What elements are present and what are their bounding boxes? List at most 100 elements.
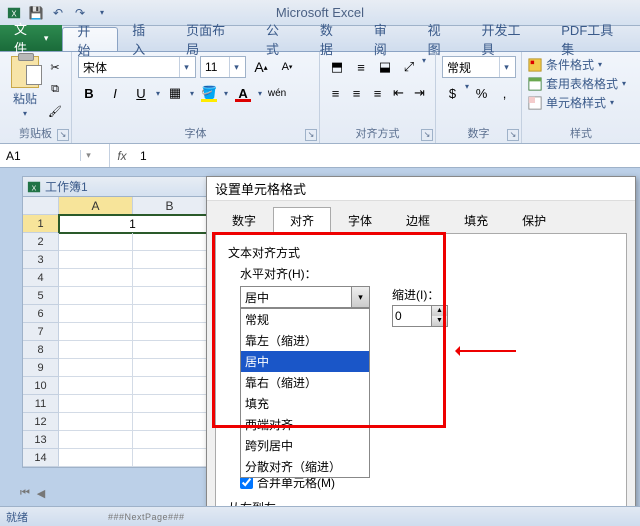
font-size-combo[interactable]: ▾ bbox=[200, 56, 246, 78]
phonetic-icon[interactable]: wén bbox=[266, 82, 288, 104]
format-painter-icon[interactable]: 🖌 bbox=[46, 102, 64, 120]
font-size-input[interactable] bbox=[201, 57, 229, 77]
horizontal-align-dropdown[interactable]: 常规 靠左（缩进） 居中 靠右（缩进） 填充 两端对齐 跨列居中 分散对齐（缩进… bbox=[240, 308, 370, 478]
chevron-down-icon[interactable]: ▾ bbox=[80, 150, 96, 161]
orientation-icon[interactable]: ⤢ bbox=[398, 56, 420, 78]
row-header[interactable]: 3 bbox=[23, 251, 59, 269]
dropdown-item[interactable]: 靠左（缩进） bbox=[241, 330, 369, 351]
cell[interactable] bbox=[59, 413, 133, 431]
cut-icon[interactable]: ✂ bbox=[46, 58, 64, 76]
dropdown-item[interactable]: 填充 bbox=[241, 393, 369, 414]
align-right-icon[interactable]: ≡ bbox=[368, 82, 387, 104]
cell[interactable] bbox=[133, 341, 207, 359]
cell[interactable] bbox=[59, 359, 133, 377]
dialog-launcher-icon[interactable]: ↘ bbox=[57, 129, 69, 141]
dialog-tab-alignment[interactable]: 对齐 bbox=[273, 207, 331, 233]
row-header[interactable]: 11 bbox=[23, 395, 59, 413]
cell[interactable] bbox=[59, 287, 133, 305]
cell[interactable] bbox=[59, 395, 133, 413]
chevron-down-icon[interactable]: ▾ bbox=[229, 57, 243, 77]
chevron-down-icon[interactable]: ▾ bbox=[351, 287, 369, 307]
dialog-launcher-icon[interactable]: ↘ bbox=[305, 129, 317, 141]
dialog-launcher-icon[interactable]: ↘ bbox=[421, 129, 433, 141]
cell[interactable] bbox=[59, 251, 133, 269]
dropdown-item-selected[interactable]: 居中 bbox=[241, 351, 369, 372]
dialog-tab-number[interactable]: 数字 bbox=[215, 207, 273, 233]
cell[interactable] bbox=[133, 431, 207, 449]
dialog-tab-fill[interactable]: 填充 bbox=[447, 207, 505, 233]
cell[interactable] bbox=[59, 377, 133, 395]
comma-icon[interactable]: , bbox=[494, 82, 515, 104]
row-header[interactable]: 8 bbox=[23, 341, 59, 359]
align-middle-icon[interactable]: ≡ bbox=[350, 56, 372, 78]
indent-stepper[interactable]: ▲ ▼ bbox=[392, 305, 448, 327]
cell[interactable] bbox=[59, 341, 133, 359]
percent-icon[interactable]: % bbox=[471, 82, 492, 104]
fill-color-icon[interactable]: 🪣 bbox=[198, 82, 220, 104]
cell[interactable] bbox=[59, 323, 133, 341]
file-tab[interactable]: 文件 ▾ bbox=[0, 25, 62, 51]
align-top-icon[interactable]: ⬒ bbox=[326, 56, 348, 78]
dropdown-item[interactable]: 靠右（缩进） bbox=[241, 372, 369, 393]
row-header[interactable]: 13 bbox=[23, 431, 59, 449]
increase-indent-icon[interactable]: ⇥ bbox=[410, 82, 429, 104]
row-header[interactable]: 10 bbox=[23, 377, 59, 395]
cell[interactable] bbox=[133, 233, 207, 251]
select-all-corner[interactable] bbox=[23, 197, 59, 215]
tab-page-layout[interactable]: 页面布局 bbox=[172, 27, 252, 51]
font-name-input[interactable] bbox=[79, 57, 179, 77]
row-header[interactable]: 6 bbox=[23, 305, 59, 323]
tab-review[interactable]: 审阅 bbox=[360, 27, 414, 51]
cell-a1[interactable]: 1 bbox=[59, 215, 207, 233]
cell[interactable] bbox=[133, 395, 207, 413]
paste-button[interactable]: 粘贴 ▾ bbox=[6, 56, 44, 118]
cell[interactable] bbox=[133, 305, 207, 323]
dropdown-item[interactable]: 两端对齐 bbox=[241, 414, 369, 435]
fx-icon[interactable]: fx bbox=[110, 149, 134, 163]
table-format-button[interactable]: 套用表格格式▾ bbox=[528, 75, 634, 92]
spinner-down-icon[interactable]: ▼ bbox=[431, 316, 447, 326]
spinner-up-icon[interactable]: ▲ bbox=[431, 306, 447, 316]
tab-pdf-tools[interactable]: PDF工具集 bbox=[547, 27, 640, 51]
tab-developer[interactable]: 开发工具 bbox=[468, 27, 548, 51]
redo-icon[interactable]: ↷ bbox=[70, 3, 90, 23]
formula-input[interactable] bbox=[134, 149, 640, 163]
undo-icon[interactable]: ↶ bbox=[48, 3, 68, 23]
tab-insert[interactable]: 插入 bbox=[118, 27, 172, 51]
underline-button[interactable]: U bbox=[130, 82, 152, 104]
cell-style-button[interactable]: 单元格样式▾ bbox=[528, 94, 634, 111]
cell[interactable] bbox=[59, 233, 133, 251]
sheet-tab-nav[interactable]: ⏮ ◀ bbox=[18, 484, 48, 502]
horizontal-align-input[interactable] bbox=[241, 287, 369, 307]
chevron-down-icon[interactable]: ▾ bbox=[499, 57, 513, 77]
conditional-format-button[interactable]: 条件格式▾ bbox=[528, 56, 634, 73]
tab-formulas[interactable]: 公式 bbox=[252, 27, 306, 51]
row-header[interactable]: 14 bbox=[23, 449, 59, 467]
dropdown-item[interactable]: 跨列居中 bbox=[241, 435, 369, 456]
font-name-combo[interactable]: ▾ bbox=[78, 56, 196, 78]
number-format-combo[interactable]: ▾ bbox=[442, 56, 516, 78]
bold-button[interactable]: B bbox=[78, 82, 100, 104]
cell[interactable] bbox=[59, 305, 133, 323]
row-header[interactable]: 5 bbox=[23, 287, 59, 305]
border-icon[interactable]: ▦ bbox=[164, 82, 186, 104]
row-header[interactable]: 7 bbox=[23, 323, 59, 341]
cell[interactable] bbox=[133, 287, 207, 305]
cell[interactable] bbox=[59, 431, 133, 449]
dropdown-item[interactable]: 分散对齐（缩进） bbox=[241, 456, 369, 477]
chevron-down-icon[interactable]: ▾ bbox=[179, 57, 193, 77]
cell[interactable] bbox=[59, 449, 133, 467]
align-center-icon[interactable]: ≡ bbox=[347, 82, 366, 104]
tab-home[interactable]: 开始 bbox=[62, 27, 118, 51]
first-sheet-icon[interactable]: ⏮ bbox=[18, 487, 32, 500]
row-header[interactable]: 4 bbox=[23, 269, 59, 287]
align-bottom-icon[interactable]: ⬓ bbox=[374, 56, 396, 78]
align-left-icon[interactable]: ≡ bbox=[326, 82, 345, 104]
decrease-indent-icon[interactable]: ⇤ bbox=[389, 82, 408, 104]
name-box-input[interactable] bbox=[0, 149, 80, 163]
copy-icon[interactable]: ⧉ bbox=[46, 80, 64, 98]
name-box[interactable]: ▾ bbox=[0, 144, 110, 167]
font-color-icon[interactable]: A bbox=[232, 82, 254, 104]
row-header[interactable]: 9 bbox=[23, 359, 59, 377]
col-header-b[interactable]: B bbox=[133, 197, 207, 215]
